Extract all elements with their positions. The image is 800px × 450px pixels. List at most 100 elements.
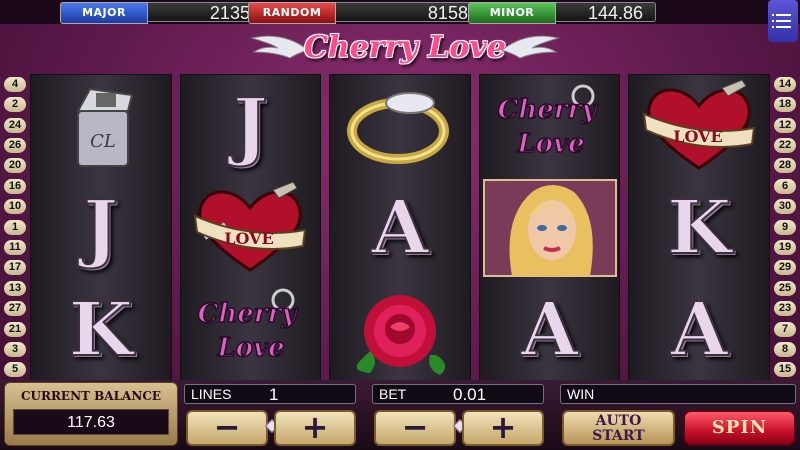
line-number-right[interactable]: 22 bbox=[774, 137, 796, 153]
line-number-right[interactable]: 30 bbox=[774, 199, 796, 215]
reel-3-symbol-3 bbox=[330, 279, 470, 381]
line-numbers-left: 4 2 24 26 20 16 10 1 11 17 13 27 21 3 5 bbox=[2, 74, 28, 380]
line-numbers-right: 14 18 12 22 28 6 30 9 19 29 25 23 7 8 15 bbox=[772, 74, 798, 380]
reel-3-symbol-2: A bbox=[330, 177, 470, 279]
reel-3-symbol-1 bbox=[330, 75, 470, 177]
svg-text:LOVE: LOVE bbox=[225, 229, 275, 248]
svg-text:Cherry: Cherry bbox=[497, 95, 598, 125]
ring-icon bbox=[346, 92, 449, 164]
win-display: WIN bbox=[560, 384, 796, 404]
line-number-left[interactable]: 17 bbox=[4, 260, 26, 276]
jackpot-bar: MAJOR 2135.96 RANDOM 8158.66 MINOR 144.8… bbox=[0, 0, 800, 24]
line-number-right[interactable]: 18 bbox=[774, 97, 796, 113]
line-number-right[interactable]: 9 bbox=[774, 219, 796, 235]
line-number-right[interactable]: 23 bbox=[774, 301, 796, 317]
reel-5-symbol-2: K bbox=[629, 177, 769, 279]
reel-2-symbol-1: J bbox=[181, 75, 321, 177]
win-label: WIN bbox=[567, 386, 595, 402]
jackpot-minor: MINOR 144.86 bbox=[468, 2, 656, 24]
current-balance-label: CURRENT BALANCE bbox=[20, 389, 162, 403]
symbol-a: A bbox=[669, 286, 728, 374]
lines-minus-button[interactable]: − bbox=[186, 410, 268, 446]
lines-display: LINES 1 bbox=[184, 384, 356, 404]
line-number-left[interactable]: 11 bbox=[4, 239, 26, 255]
symbol-a: A bbox=[370, 184, 429, 272]
line-number-left[interactable]: 1 bbox=[4, 219, 26, 235]
reel-1: CL J K bbox=[30, 74, 172, 382]
lines-value: 1 bbox=[269, 385, 279, 404]
jackpot-minor-label: MINOR bbox=[468, 2, 556, 24]
bet-plus-button[interactable]: + bbox=[462, 410, 544, 446]
line-number-right[interactable]: 28 bbox=[774, 158, 796, 174]
symbol-k: K bbox=[666, 184, 732, 272]
line-number-left[interactable]: 2 bbox=[4, 97, 26, 113]
line-number-right[interactable]: 29 bbox=[774, 260, 796, 276]
menu-icon[interactable] bbox=[768, 0, 798, 42]
reel-5: LOVE K A bbox=[628, 74, 770, 382]
reel-4-symbol-1: Cherry Love bbox=[480, 75, 620, 177]
lighter-icon: CL bbox=[76, 87, 134, 167]
bet-display: BET 0.01 bbox=[372, 384, 544, 404]
jackpot-random-label: RANDOM bbox=[248, 2, 336, 24]
reel-1-symbol-2: J bbox=[31, 177, 171, 279]
line-number-right[interactable]: 7 bbox=[774, 321, 796, 337]
bet-minus-button[interactable]: − bbox=[374, 410, 456, 446]
current-balance-value: 117.63 bbox=[13, 409, 169, 435]
cherry-love-logo-icon: Cherry Love bbox=[197, 288, 299, 364]
line-number-left[interactable]: 13 bbox=[4, 280, 26, 296]
line-number-right[interactable]: 15 bbox=[774, 362, 796, 378]
svg-text:Cherry: Cherry bbox=[198, 299, 299, 329]
auto-start-button[interactable]: AUTO START bbox=[562, 410, 675, 446]
reel-5-symbol-1: LOVE bbox=[629, 75, 769, 177]
spin-button[interactable]: SPIN bbox=[683, 410, 796, 446]
reel-4-symbol-2 bbox=[480, 177, 620, 279]
reel-3: A bbox=[329, 74, 471, 382]
line-number-left[interactable]: 3 bbox=[4, 341, 26, 357]
game-title: Cherry Love bbox=[250, 28, 560, 74]
line-number-left[interactable]: 26 bbox=[4, 137, 26, 153]
lines-label: LINES bbox=[191, 386, 232, 402]
line-number-right[interactable]: 25 bbox=[774, 280, 796, 296]
jackpot-major-label: MAJOR bbox=[60, 2, 148, 24]
auto-start-line2: START bbox=[592, 428, 645, 444]
bet-label: BET bbox=[379, 386, 407, 402]
line-number-right[interactable]: 19 bbox=[774, 239, 796, 255]
line-number-right[interactable]: 12 bbox=[774, 117, 796, 133]
reel-1-symbol-1: CL bbox=[31, 75, 171, 177]
reel-4-symbol-3: A bbox=[480, 279, 620, 381]
rose-icon bbox=[356, 295, 446, 375]
line-number-right[interactable]: 14 bbox=[774, 76, 796, 92]
reel-2: J LOVE Cherry Love bbox=[179, 74, 322, 382]
heart-dagger-icon: LOVE bbox=[194, 181, 307, 272]
reel-1-symbol-3: K bbox=[31, 279, 171, 381]
symbol-a: A bbox=[520, 286, 579, 374]
reel-2-symbol-3: Cherry Love bbox=[181, 279, 321, 381]
reel-2-symbol-2: LOVE bbox=[181, 177, 321, 279]
game-title-text: Cherry Love bbox=[304, 30, 506, 65]
line-number-left[interactable]: 10 bbox=[4, 199, 26, 215]
symbol-j: J bbox=[232, 82, 269, 170]
woman-portrait-icon bbox=[482, 179, 617, 277]
current-balance: CURRENT BALANCE 117.63 bbox=[4, 382, 178, 446]
right-wing-icon bbox=[500, 35, 560, 59]
symbol-k: K bbox=[68, 286, 134, 374]
line-number-left[interactable]: 5 bbox=[4, 362, 26, 378]
line-number-left[interactable]: 4 bbox=[4, 76, 26, 92]
svg-text:LOVE: LOVE bbox=[673, 127, 723, 146]
bet-value: 0.01 bbox=[453, 385, 487, 404]
line-number-right[interactable]: 8 bbox=[774, 341, 796, 357]
line-number-right[interactable]: 6 bbox=[774, 178, 796, 194]
auto-start-line1: AUTO bbox=[595, 413, 642, 429]
line-number-left[interactable]: 24 bbox=[4, 117, 26, 133]
line-number-left[interactable]: 16 bbox=[4, 178, 26, 194]
svg-text:CL: CL bbox=[90, 131, 116, 152]
line-number-left[interactable]: 27 bbox=[4, 301, 26, 317]
reel-5-symbol-3: A bbox=[629, 279, 769, 381]
reel-4: Cherry Love A bbox=[478, 74, 621, 382]
svg-text:Love: Love bbox=[516, 129, 584, 159]
heart-dagger-icon: LOVE bbox=[642, 79, 756, 170]
reels: CL J K J LOVE Cherry Love A Cherry Love … bbox=[30, 74, 770, 382]
line-number-left[interactable]: 20 bbox=[4, 158, 26, 174]
line-number-left[interactable]: 21 bbox=[4, 321, 26, 337]
lines-plus-button[interactable]: + bbox=[274, 410, 356, 446]
